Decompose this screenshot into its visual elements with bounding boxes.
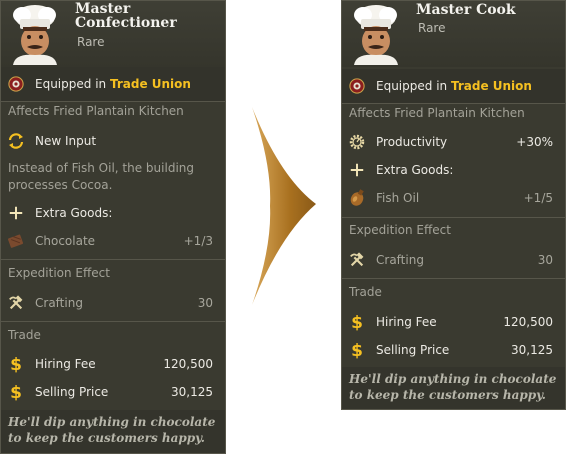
productivity-value: +30% xyxy=(516,135,553,149)
extra-good-value: +1/5 xyxy=(523,191,553,205)
hiring-fee-value: 120,500 xyxy=(503,315,553,329)
selling-price-label: Selling Price xyxy=(376,343,450,357)
dollar-icon xyxy=(348,341,366,359)
hiring-fee-label: Hiring Fee xyxy=(376,315,437,329)
hiring-fee-row: Hiring Fee 120,500 xyxy=(1,351,225,377)
card-title: Master Confectioner xyxy=(75,1,177,31)
chef-portrait xyxy=(7,3,63,65)
plus-icon xyxy=(8,205,24,221)
expedition-skill: Crafting xyxy=(35,296,83,310)
extra-goods-label: Extra Goods: xyxy=(35,206,113,220)
hammer-pickaxe-icon xyxy=(8,295,24,311)
card-title: Master Cook xyxy=(416,2,516,18)
divider xyxy=(342,217,565,218)
new-input-row: New Input xyxy=(1,128,225,154)
new-input-description: Instead of Fish Oil, the building proces… xyxy=(8,161,194,192)
affects-label: Affects Fried Plantain Kitchen xyxy=(8,104,184,118)
expedition-value: 30 xyxy=(537,253,553,267)
extra-goods-row: Extra Goods: xyxy=(1,200,225,226)
hiring-fee-value: 120,500 xyxy=(163,357,213,371)
affects-label: Affects Fried Plantain Kitchen xyxy=(349,106,525,120)
comparison-arrow xyxy=(252,107,316,305)
extra-good-name: Chocolate xyxy=(35,234,96,248)
equipped-location-link[interactable]: Trade Union xyxy=(110,77,191,91)
right-specialist-card: Master Cook Rare Equipped in Trade Union… xyxy=(341,0,566,410)
extra-good-item: Fish Oil +1/5 xyxy=(342,185,565,211)
equipped-row: Equipped in Trade Union xyxy=(1,71,225,97)
extra-goods-row: Extra Goods: xyxy=(342,157,565,183)
divider xyxy=(1,321,225,322)
chef-portrait xyxy=(348,3,404,65)
equipped-prefix: Equipped in xyxy=(35,77,107,91)
selling-price-row: Selling Price 30,125 xyxy=(342,337,565,363)
equipped-prefix: Equipped in xyxy=(376,79,448,93)
extra-good-item: Chocolate +1/3 xyxy=(1,228,225,254)
divider xyxy=(342,103,565,104)
dollar-icon xyxy=(348,313,366,331)
extra-goods-label: Extra Goods: xyxy=(376,163,454,177)
trade-header: Trade xyxy=(349,285,382,299)
extra-good-value: +1/3 xyxy=(183,234,213,248)
expedition-crafting-row: Crafting 30 xyxy=(1,290,225,316)
rarity-label: Rare xyxy=(77,35,105,49)
extra-good-name: Fish Oil xyxy=(376,191,420,205)
cycle-arrows-icon xyxy=(7,132,25,150)
new-input-label: New Input xyxy=(35,134,97,148)
card-header: Master Cook Rare xyxy=(342,1,565,67)
divider xyxy=(342,278,565,279)
dollar-icon xyxy=(7,383,25,401)
gear-productivity-icon xyxy=(348,133,366,151)
divider xyxy=(1,259,225,260)
equipped-row: Equipped in Trade Union xyxy=(342,73,565,99)
trade-header: Trade xyxy=(8,328,41,342)
trade-union-icon xyxy=(349,78,365,94)
selling-price-row: Selling Price 30,125 xyxy=(1,379,225,405)
chocolate-icon xyxy=(7,232,25,250)
selling-price-value: 30,125 xyxy=(511,343,553,357)
flavor-text: He'll dip anything in chocolate to keep … xyxy=(342,367,565,409)
selling-price-label: Selling Price xyxy=(35,385,109,399)
hiring-fee-label: Hiring Fee xyxy=(35,357,96,371)
expedition-skill: Crafting xyxy=(376,253,424,267)
card-header: Master Confectioner Rare xyxy=(1,1,225,67)
expedition-header: Expedition Effect xyxy=(8,266,110,280)
expedition-value: 30 xyxy=(197,296,213,310)
expedition-crafting-row: Crafting 30 xyxy=(342,247,565,273)
selling-price-value: 30,125 xyxy=(171,385,213,399)
flavor-text: He'll dip anything in chocolate to keep … xyxy=(1,410,225,453)
hiring-fee-row: Hiring Fee 120,500 xyxy=(342,309,565,335)
trade-union-icon xyxy=(8,76,24,92)
productivity-label: Productivity xyxy=(376,135,448,149)
left-specialist-card: Master Confectioner Rare Equipped in Tra… xyxy=(0,0,226,454)
plus-icon xyxy=(349,162,365,178)
fish-oil-icon xyxy=(348,189,366,207)
productivity-row: Productivity +30% xyxy=(342,129,565,155)
expedition-header: Expedition Effect xyxy=(349,223,451,237)
divider xyxy=(1,101,225,102)
rarity-label: Rare xyxy=(418,21,446,35)
equipped-location-link[interactable]: Trade Union xyxy=(451,79,532,93)
dollar-icon xyxy=(7,355,25,373)
hammer-pickaxe-icon xyxy=(349,252,365,268)
